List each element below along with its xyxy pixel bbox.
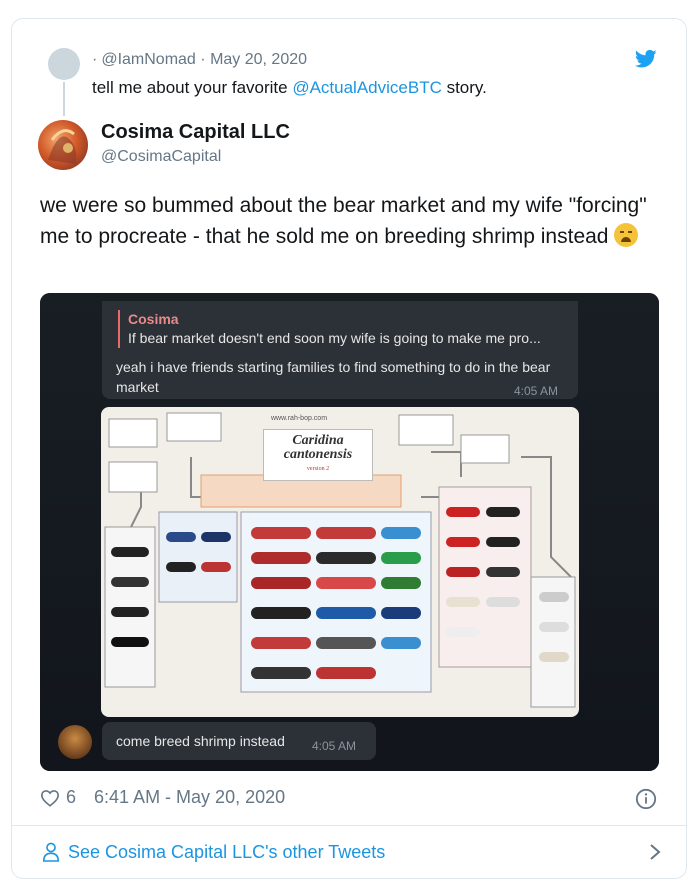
like-count[interactable]: 6: [66, 787, 76, 808]
reply-text: yeah i have friends starting families to…: [116, 359, 551, 395]
infographic-url: www.rah-bop.com: [271, 415, 328, 422]
quote-text: If bear market doesn't end soon my wife …: [128, 330, 541, 346]
thread-line: [63, 82, 65, 116]
parent-avatar[interactable]: [48, 48, 80, 80]
tweet-media-image[interactable]: Cosima If bear market doesn't end soon m…: [40, 293, 659, 771]
parent-tweet-text: tell me about your favorite @ActualAdvic…: [92, 78, 487, 98]
meta-separator: ·: [200, 51, 206, 68]
meta-dot: ·: [92, 51, 98, 68]
other-tweets-label[interactable]: See Cosima Capital LLC's other Tweets: [68, 842, 385, 863]
infographic-subtitle: version 2: [306, 466, 330, 472]
author-handle[interactable]: @CosimaCapital: [101, 148, 221, 166]
parent-text-after: story.: [441, 78, 487, 97]
tweet-stats: 6 6:41 AM - May 20, 2020: [40, 787, 285, 808]
tweet-text: we were so bummed about the bear market …: [40, 190, 670, 252]
tweet-timestamp[interactable]: 6:41 AM - May 20, 2020: [94, 787, 285, 808]
parent-text-before: tell me about your favorite: [92, 78, 293, 97]
infographic-title: Caridina cantonensis version 2: [263, 429, 373, 481]
infographic-title-1: Caridina: [292, 433, 344, 448]
chat-avatar: [58, 725, 92, 759]
weary-face-emoji-icon: [614, 223, 639, 247]
parent-mention-link[interactable]: @ActualAdviceBTC: [292, 78, 442, 97]
second-message-time: 4:05 AM: [312, 739, 357, 753]
parent-tweet-meta: · @IamNomad · May 20, 2020: [92, 51, 307, 69]
twitter-bird-icon[interactable]: [635, 49, 657, 69]
infographic-title-2: cantonensis: [283, 447, 353, 462]
footer-bar[interactable]: See Cosima Capital LLC's other Tweets: [11, 825, 687, 879]
person-icon: [42, 842, 60, 862]
parent-handle[interactable]: @IamNomad: [101, 51, 196, 68]
second-message-text: come breed shrimp instead: [116, 733, 285, 749]
avatar-art: [48, 129, 77, 164]
chevron-right-icon[interactable]: [648, 842, 662, 862]
other-tweets-link[interactable]: See Cosima Capital LLC's other Tweets: [42, 842, 648, 863]
author-avatar[interactable]: [38, 120, 88, 170]
quote-bar: [118, 310, 120, 348]
parent-date[interactable]: May 20, 2020: [210, 51, 307, 68]
heart-icon[interactable]: [40, 789, 60, 807]
tweet-body: we were so bummed about the bear market …: [40, 194, 647, 248]
quote-author: Cosima: [128, 311, 179, 327]
reply-time: 4:05 AM: [514, 384, 559, 398]
author-name[interactable]: Cosima Capital LLC: [101, 121, 290, 144]
shrimp-infographic: www.rah-bop.com Caridina cantonensis ver…: [101, 407, 579, 717]
info-icon[interactable]: [635, 788, 657, 810]
